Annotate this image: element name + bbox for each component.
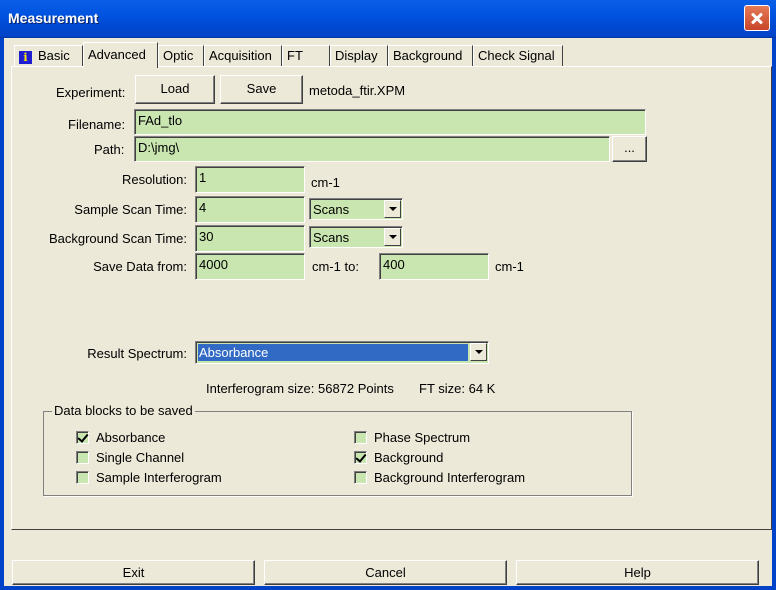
sample-scan-unit-value: Scans [313, 202, 350, 217]
resolution-field[interactable]: 1 [195, 166, 305, 193]
background-scan-label: Background Scan Time: [48, 231, 187, 246]
exit-button[interactable]: Exit [12, 560, 255, 585]
browse-button[interactable]: ... [612, 136, 647, 162]
save-data-from-field[interactable]: 4000 [195, 253, 305, 280]
background-checkbox[interactable] [354, 451, 367, 464]
sample-scan-label: Sample Scan Time: [74, 202, 187, 217]
save-data-label: Save Data from: [93, 259, 187, 274]
resolution-label: Resolution: [121, 172, 187, 187]
resolution-unit: cm-1 [311, 175, 340, 190]
tab-acquisition[interactable]: Acquisition [204, 45, 282, 67]
load-button[interactable]: Load [135, 75, 215, 104]
absorbance-checkbox[interactable] [76, 431, 89, 444]
cancel-button[interactable]: Cancel [264, 560, 507, 585]
background-label: Background [374, 450, 444, 465]
window-frame-right [772, 38, 776, 590]
interferogram-size: Interferogram size: 56872 Points [206, 381, 394, 396]
window-frame-left [0, 38, 4, 590]
title-bar [0, 0, 776, 38]
tab-basic[interactable]: i Basic [14, 45, 83, 67]
sample-interferogram-label: Sample Interferogram [96, 470, 222, 485]
result-spectrum-value: Absorbance [199, 345, 269, 360]
single-channel-checkbox[interactable] [76, 451, 89, 464]
info-icon: i [19, 51, 32, 64]
sample-scan-unit-select[interactable]: Scans [309, 198, 403, 220]
result-spectrum-label: Result Spectrum: [87, 346, 187, 361]
experiment-file: metoda_ftir.XPM [309, 83, 406, 98]
tab-optic[interactable]: Optic [158, 45, 204, 67]
save-data-unit: cm-1 [495, 259, 524, 274]
phase-spectrum-checkbox[interactable] [354, 431, 367, 444]
tab-background[interactable]: Background [388, 45, 473, 67]
sample-scan-field[interactable]: 4 [195, 196, 305, 223]
tab-check-signal[interactable]: Check Signal [473, 45, 563, 67]
path-label: Path: [94, 142, 125, 157]
data-blocks-title: Data blocks to be saved [52, 403, 195, 418]
phase-spectrum-label: Phase Spectrum [374, 430, 471, 445]
ft-size: FT size: 64 K [419, 381, 496, 396]
single-channel-label: Single Channel [96, 450, 185, 465]
tab-advanced[interactable]: Advanced [83, 42, 158, 68]
background-interferogram-checkbox[interactable] [354, 471, 367, 484]
path-field[interactable]: D:\jmg\ [134, 136, 610, 162]
chevron-down-icon[interactable] [384, 228, 401, 246]
tab-display[interactable]: Display [330, 45, 388, 67]
save-data-to-field[interactable]: 400 [379, 253, 489, 280]
close-button[interactable] [744, 5, 770, 31]
absorbance-label: Absorbance [96, 430, 166, 445]
chevron-down-icon[interactable] [470, 343, 487, 361]
filename-label: Filename: [68, 117, 126, 132]
tab-ft[interactable]: FT [282, 45, 330, 67]
background-interferogram-label: Background Interferogram [374, 470, 526, 485]
window-frame-bottom [0, 586, 776, 590]
sample-interferogram-checkbox[interactable] [76, 471, 89, 484]
background-scan-unit-select[interactable]: Scans [309, 226, 403, 248]
window-title: Measurement [8, 10, 99, 26]
background-scan-unit-value: Scans [313, 230, 350, 245]
help-button[interactable]: Help [516, 560, 759, 585]
background-scan-field[interactable]: 30 [195, 225, 305, 252]
experiment-label: Experiment: [56, 85, 126, 100]
filename-field[interactable]: FAd_tlo [134, 109, 646, 135]
save-button[interactable]: Save [220, 75, 303, 104]
result-spectrum-select[interactable]: Absorbance [195, 341, 489, 364]
save-data-mid-label: cm-1 to: [312, 259, 359, 274]
chevron-down-icon[interactable] [384, 200, 401, 218]
